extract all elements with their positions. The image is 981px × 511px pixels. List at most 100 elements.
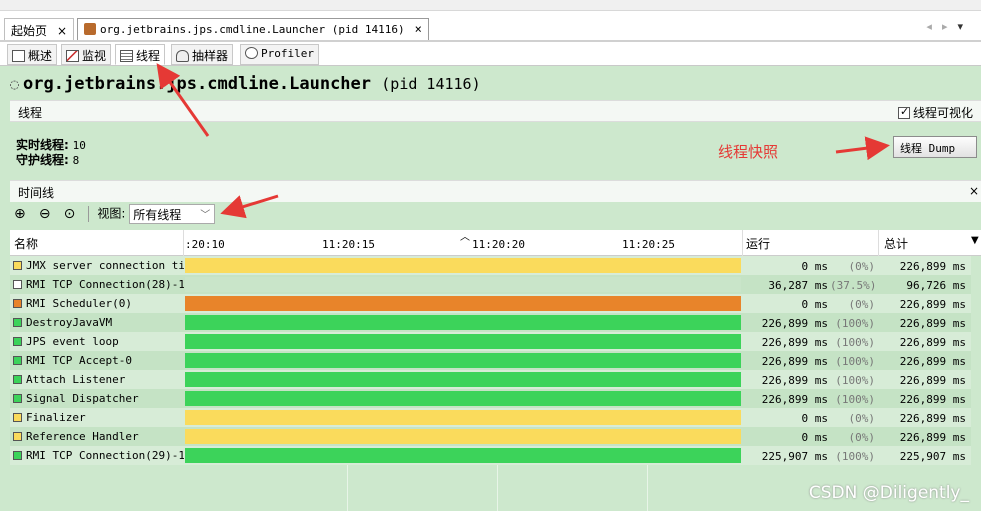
thread-stats: 实时线程: 10 守护线程: 8 — [16, 138, 86, 168]
thread-name: DestroyJavaVM — [26, 316, 113, 329]
daemon-threads-label: 守护线程: — [16, 153, 69, 167]
thread-dump-button[interactable]: 线程 Dump — [893, 136, 977, 158]
scroll-right-icon[interactable]: ▸ — [942, 20, 958, 33]
sort-ascending-icon: ︿ — [460, 232, 470, 243]
tab-navigation: ◂▸▾ — [926, 20, 973, 33]
run-percent: (100%) — [835, 355, 875, 368]
tab-overview[interactable]: 概述 — [7, 44, 58, 65]
zoom-fit-icon[interactable]: ⊙ — [64, 206, 80, 222]
checkbox-checked-icon[interactable] — [897, 105, 910, 119]
run-time: 0 ms — [801, 260, 829, 273]
daemon-threads-value: 8 — [72, 154, 80, 167]
column-menu-icon[interactable]: ▼ — [971, 235, 979, 246]
tab-list-dropdown-icon[interactable]: ▾ — [957, 20, 973, 33]
total-time: 226,899 ms — [899, 393, 966, 406]
table-row[interactable]: RMI TCP Connection(28)-172. 36,287 ms(37.… — [10, 275, 971, 294]
section-title: 时间线 — [18, 186, 55, 200]
close-icon[interactable]: × — [415, 22, 422, 36]
thread-name: RMI TCP Connection(28)-172. — [26, 278, 184, 291]
thread-name: Reference Handler — [26, 430, 139, 443]
run-time: 225,907 ms — [761, 450, 828, 463]
table-row[interactable]: Attach Listener 226,899 ms (100%) 226,899 m… — [10, 370, 971, 389]
column-divider — [742, 230, 743, 256]
view-tab-bar: 概述 监视 线程 抽样器 Profiler — [0, 42, 981, 66]
total-time: 226,899 ms — [899, 431, 966, 444]
column-name[interactable]: 名称 — [14, 235, 38, 252]
thread-state-bar — [185, 429, 741, 444]
total-time: 226,899 ms — [899, 374, 966, 387]
thread-state-bar — [185, 448, 741, 463]
run-time: 226,899 ms — [761, 355, 828, 368]
thread-timeline — [185, 334, 741, 349]
table-row[interactable]: JPS event loop 226,899 ms (100%) 226,899 ms — [10, 332, 971, 351]
run-percent: (100%) — [835, 317, 875, 330]
thread-state-icon — [13, 413, 22, 422]
thread-state-icon — [13, 299, 22, 308]
run-percent: (0%) — [848, 298, 876, 311]
view-select[interactable]: 所有线程 ﹀ — [129, 204, 216, 224]
document-tab-bar: 起始页 × org.jetbrains.jps.cmdline.Launcher … — [0, 0, 981, 42]
tab-sampler[interactable]: 抽样器 — [171, 44, 234, 65]
thread-timeline — [185, 448, 741, 463]
total-time: 226,899 ms — [899, 336, 966, 349]
run-time: 0 ms — [801, 298, 829, 311]
run-time: 0 ms — [801, 412, 829, 425]
run-time: 226,899 ms — [761, 374, 828, 387]
thread-state-icon — [13, 261, 22, 270]
thread-name: RMI TCP Accept-0 — [26, 354, 132, 367]
loading-spinner-icon: ◌ — [10, 75, 20, 93]
tab-launcher[interactable]: org.jetbrains.jps.cmdline.Launcher (pid … — [77, 18, 429, 40]
timeline-tick: 11:20:25 — [622, 238, 675, 251]
run-time: 0 ms — [801, 431, 829, 444]
overview-icon — [12, 50, 25, 62]
close-icon[interactable]: × — [57, 24, 67, 38]
thread-timeline — [185, 315, 741, 330]
zoom-out-icon[interactable]: ⊖ — [39, 206, 55, 222]
sampler-icon — [176, 50, 189, 62]
thread-state-icon — [13, 318, 22, 327]
run-time: 226,899 ms — [761, 317, 828, 330]
table-row[interactable]: RMI Scheduler(0) 0 ms (0%) 226,899 ms — [10, 294, 971, 313]
tab-label: 监视 — [82, 49, 107, 63]
live-threads-label: 实时线程: — [16, 138, 69, 152]
toolbar-divider — [88, 206, 90, 222]
chevron-down-icon: ﹀ — [200, 210, 211, 221]
total-time: 226,899 ms — [899, 317, 966, 330]
thread-name: JPS event loop — [26, 335, 119, 348]
total-time: 226,899 ms — [899, 298, 966, 311]
table-row[interactable]: RMI TCP Accept-0 226,899 ms (100%) 226,899 … — [10, 351, 971, 370]
column-total[interactable]: 总计 — [884, 235, 908, 252]
zoom-in-icon[interactable]: ⊕ — [14, 206, 30, 222]
visualize-checkbox[interactable]: 线程可视化 — [897, 104, 973, 121]
thread-name: RMI TCP Connection(29)-172. — [26, 449, 184, 462]
table-row[interactable]: Signal Dispatcher 226,899 ms (100%) 226,899… — [10, 389, 971, 408]
tab-start-page[interactable]: 起始页 × — [4, 18, 75, 40]
timeline-tick: 11:20:20 — [472, 238, 525, 251]
total-time: 226,899 ms — [899, 355, 966, 368]
run-percent: (100%) — [835, 336, 875, 349]
timeline-tick: :20:10 — [185, 238, 225, 251]
live-threads-value: 10 — [72, 139, 86, 152]
annotation-thread-snapshot: 线程快照 — [718, 143, 779, 161]
tab-profiler[interactable]: Profiler — [240, 44, 319, 65]
window-top-strip — [0, 0, 981, 11]
thread-name: RMI Scheduler(0) — [26, 297, 132, 310]
table-row[interactable]: DestroyJavaVM 226,899 ms (100%) 226,899 ms — [10, 313, 971, 332]
scroll-left-icon[interactable]: ◂ — [926, 20, 942, 33]
tab-label: 起始页 — [11, 24, 48, 38]
column-divider — [878, 230, 879, 256]
thread-state-icon — [13, 394, 22, 403]
table-row[interactable]: Reference Handler 0 ms (0%) 226,899 ms — [10, 427, 971, 446]
table-row[interactable]: Finalizer 0 ms (0%) 226,899 ms — [10, 408, 971, 427]
tab-threads[interactable]: 线程 — [115, 44, 166, 65]
table-row[interactable]: JMX server connection timeout 0 ms (0%) 226… — [10, 256, 971, 275]
thread-timeline — [185, 258, 741, 273]
thread-state-bar — [185, 315, 741, 330]
column-run[interactable]: 运行 — [746, 235, 770, 252]
tab-monitor[interactable]: 监视 — [61, 44, 112, 65]
table-row[interactable]: RMI TCP Connection(29)-172. 225,907 ms (10… — [10, 446, 971, 465]
close-icon[interactable]: × — [969, 184, 979, 198]
thread-name: Attach Listener — [26, 373, 126, 386]
page-title: ◌ org.jetbrains.jps.cmdline.Launcher (pid… — [10, 74, 481, 94]
run-time: 36,287 ms — [768, 279, 828, 292]
